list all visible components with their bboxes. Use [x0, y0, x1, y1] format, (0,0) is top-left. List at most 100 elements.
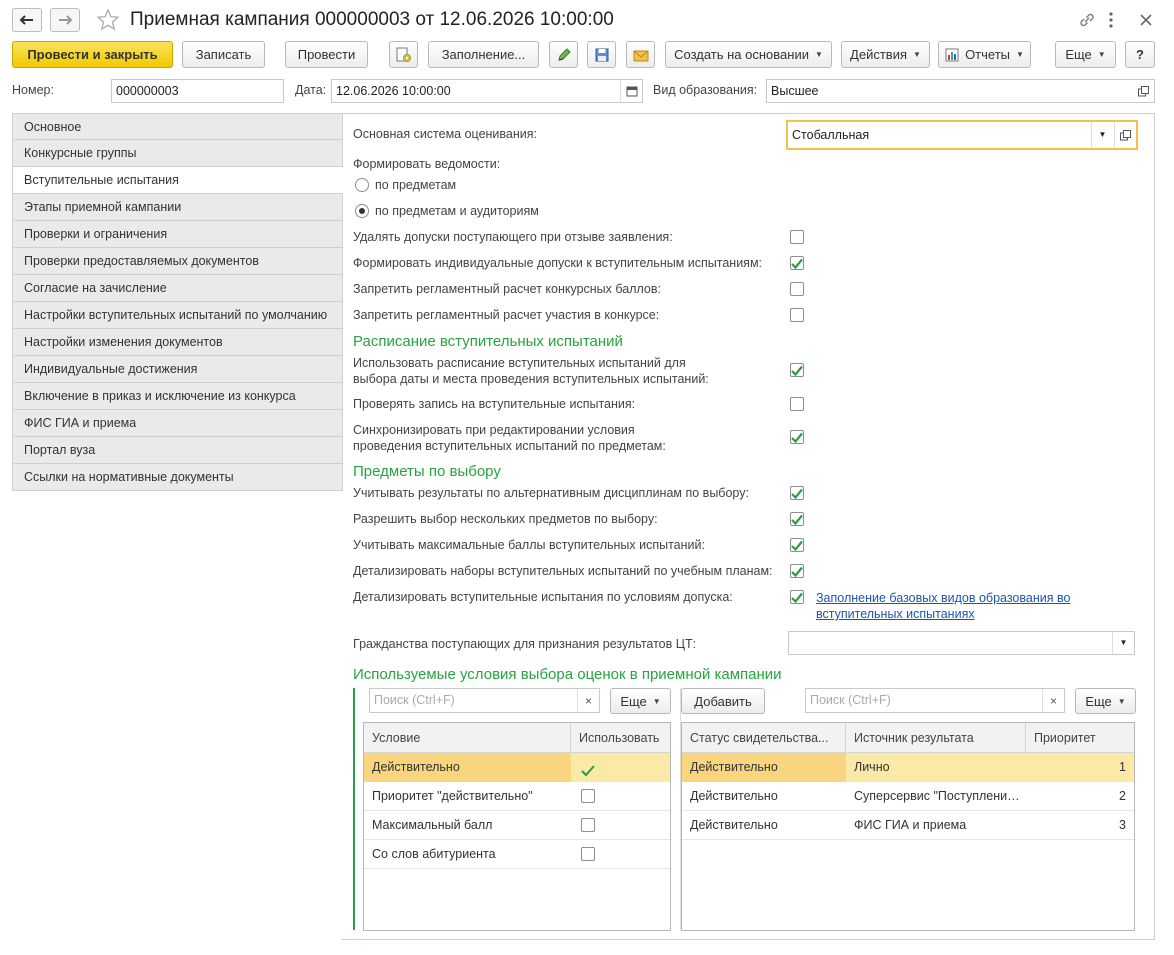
tab-item[interactable]: Индивидуальные достижения [12, 356, 343, 383]
post-and-close-button[interactable]: Провести и закрыть [12, 41, 173, 68]
radio-by-subjects-label: по предметам [375, 178, 457, 192]
forward-button[interactable] [50, 8, 80, 32]
use-check-mark[interactable] [581, 759, 595, 782]
tab-item[interactable]: Конкурсные группы [12, 140, 343, 167]
link-icon[interactable] [1077, 10, 1097, 33]
tab-item[interactable]: Портал вуза [12, 437, 343, 464]
add-button[interactable]: Добавить [681, 688, 765, 714]
source-cell: Суперсервис "Поступление в вуз онлайн" [854, 789, 1026, 803]
col-header-priority[interactable]: Приоритет [1026, 723, 1134, 753]
tab-item[interactable]: Согласие на зачисление [12, 275, 343, 302]
create-based-on-label: Создать на основании [674, 47, 809, 62]
tab-item[interactable]: Этапы приемной кампании [12, 194, 343, 221]
date-field[interactable]: 12.06.2026 10:00:00 [331, 79, 643, 103]
arrow-right-icon [59, 15, 72, 25]
opt9-checkbox[interactable] [790, 512, 804, 526]
table-row[interactable]: Действительно Лично 1 [682, 753, 1134, 782]
left-more-button[interactable]: Еще ▼ [610, 688, 671, 714]
section-conditions-title: Используемые условия выбора оценок в при… [353, 666, 782, 683]
opt11-checkbox[interactable] [790, 564, 804, 578]
tab-item[interactable]: Основное [12, 113, 343, 140]
arrow-left-icon [20, 15, 33, 25]
tab-item[interactable]: Включение в приказ и исключение из конку… [12, 383, 343, 410]
use-checkbox[interactable] [581, 847, 595, 861]
tab-item[interactable]: Вступительные испытания [12, 167, 343, 194]
grading-select[interactable]: Стобалльная ▼ [786, 120, 1138, 150]
settings-docs-button[interactable] [389, 41, 418, 68]
tab-item[interactable]: Проверки предоставляемых документов [12, 248, 343, 275]
fill-button[interactable]: Заполнение... [428, 41, 539, 68]
opt6-checkbox[interactable] [790, 397, 804, 411]
date-value: 12.06.2026 10:00:00 [336, 84, 451, 98]
calendar-icon[interactable] [620, 80, 642, 102]
opt1-label: Удалять допуски поступающего при отзыве … [353, 230, 673, 244]
opt12-checkbox[interactable] [790, 590, 804, 604]
clear-search-icon[interactable]: × [577, 689, 599, 712]
number-label: Номер: [12, 83, 54, 97]
tab-item[interactable]: Настройки изменения документов [12, 329, 343, 356]
left-search-input[interactable]: Поиск (Ctrl+F) × [369, 688, 600, 713]
table-row[interactable]: Действительно [364, 753, 670, 782]
opt4-checkbox[interactable] [790, 308, 804, 322]
edu-type-field[interactable]: Высшее [766, 79, 1155, 103]
right-search-input[interactable]: Поиск (Ctrl+F) × [805, 688, 1065, 713]
help-button[interactable]: ? [1125, 41, 1155, 68]
open-form-icon[interactable] [1132, 80, 1154, 102]
table-row[interactable]: Максимальный балл [364, 811, 670, 840]
opt7-checkbox[interactable] [790, 430, 804, 444]
clear-search-icon[interactable]: × [1042, 689, 1064, 712]
opt2-label: Формировать индивидуальные допуски к вст… [353, 256, 763, 270]
opt2-checkbox[interactable] [790, 256, 804, 270]
checkmark-icon [791, 566, 803, 577]
tab-item[interactable]: Настройки вступительных испытаний по умо… [12, 302, 343, 329]
save-button[interactable]: Записать [182, 41, 265, 68]
status-cell: Действительно [690, 789, 778, 803]
fill-base-edu-link[interactable]: Заполнение базовых видов образования во … [816, 590, 1070, 622]
fill-base-edu-link-line1: Заполнение базовых видов образования во [816, 591, 1071, 605]
open-form-icon[interactable] [1114, 122, 1136, 148]
tab-item[interactable]: ФИС ГИА и приема [12, 410, 343, 437]
tab-item[interactable]: Ссылки на нормативные документы [12, 464, 343, 491]
reports-button[interactable]: Отчеты ▼ [938, 41, 1031, 68]
dropdown-arrow-icon[interactable]: ▼ [1112, 632, 1134, 654]
chevron-down-icon: ▼ [1117, 696, 1126, 706]
actions-button[interactable]: Действия ▼ [841, 41, 930, 68]
tab-item[interactable]: Проверки и ограничения [12, 221, 343, 248]
save-disk-button[interactable] [587, 41, 616, 68]
favorite-star-icon[interactable] [96, 8, 120, 35]
col-header-use[interactable]: Использовать [571, 723, 670, 753]
opt10-checkbox[interactable] [790, 538, 804, 552]
use-checkbox[interactable] [581, 818, 595, 832]
edit-button[interactable] [549, 41, 578, 68]
table-row[interactable]: Действительно ФИС ГИА и приема 3 [682, 811, 1134, 840]
opt10-label: Учитывать максимальные баллы вступительн… [353, 538, 705, 552]
opt12-label: Детализировать вступительные испытания п… [353, 590, 733, 604]
number-field[interactable]: 000000003 [111, 79, 284, 103]
empty-row [364, 869, 670, 898]
citizenship-select[interactable]: ▼ [788, 631, 1135, 655]
opt8-checkbox[interactable] [790, 486, 804, 500]
right-more-button[interactable]: Еще ▼ [1075, 688, 1136, 714]
col-header-condition[interactable]: Условие [364, 723, 571, 753]
table-row[interactable]: Со слов абитуриента [364, 840, 670, 869]
radio-by-subjects[interactable] [355, 178, 369, 192]
opt3-checkbox[interactable] [790, 282, 804, 296]
dropdown-arrow-icon[interactable]: ▼ [1091, 122, 1113, 148]
grading-value: Стобалльная [792, 128, 870, 142]
create-based-on-button[interactable]: Создать на основании ▼ [665, 41, 832, 68]
mail-button[interactable] [626, 41, 655, 68]
radio-by-subjects-rooms[interactable] [355, 204, 369, 218]
more-button[interactable]: Еще ▼ [1055, 41, 1116, 68]
opt5-checkbox[interactable] [790, 363, 804, 377]
col-header-source[interactable]: Источник результата [846, 723, 1026, 753]
post-button[interactable]: Провести [285, 41, 368, 68]
table-row[interactable]: Приоритет "действительно" [364, 782, 670, 811]
table-row[interactable]: Действительно Суперсервис "Поступление в … [682, 782, 1134, 811]
use-checkbox[interactable] [581, 789, 595, 803]
left-search-placeholder: Поиск (Ctrl+F) [374, 693, 455, 707]
more-menu-icon[interactable] [1108, 10, 1114, 33]
close-icon[interactable] [1136, 10, 1156, 33]
back-button[interactable] [12, 8, 42, 32]
col-header-status[interactable]: Статус свидетельства... [682, 723, 846, 753]
opt1-checkbox[interactable] [790, 230, 804, 244]
